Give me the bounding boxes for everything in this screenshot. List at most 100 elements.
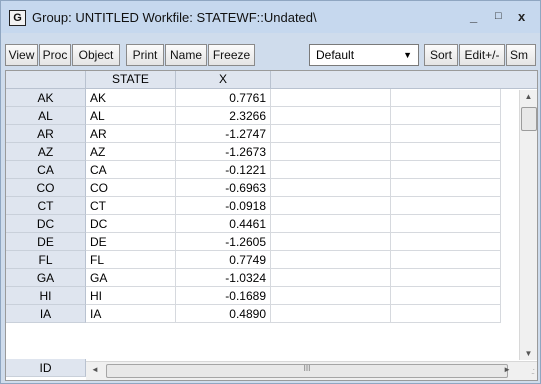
cell-empty[interactable]: [271, 89, 391, 107]
row-header[interactable]: HI: [6, 287, 86, 305]
proc-button[interactable]: Proc: [39, 44, 71, 66]
cell-x[interactable]: -1.2605: [176, 233, 271, 251]
cell-state[interactable]: AZ: [86, 143, 176, 161]
cell-empty[interactable]: [391, 197, 501, 215]
cell-empty[interactable]: [271, 125, 391, 143]
cell-x[interactable]: 2.3266: [176, 107, 271, 125]
row-header[interactable]: CO: [6, 179, 86, 197]
minimize-button[interactable]: _: [470, 9, 477, 24]
cell-state[interactable]: GA: [86, 269, 176, 287]
cell-empty[interactable]: [391, 179, 501, 197]
cell-empty[interactable]: [271, 215, 391, 233]
cell-empty[interactable]: [271, 287, 391, 305]
cell-empty[interactable]: [391, 251, 501, 269]
cell-x[interactable]: -0.1221: [176, 161, 271, 179]
row-header[interactable]: AL: [6, 107, 86, 125]
cell-empty[interactable]: [271, 161, 391, 179]
vertical-scroll-thumb[interactable]: [521, 107, 537, 131]
cell-empty[interactable]: [391, 89, 501, 107]
cell-empty[interactable]: [391, 269, 501, 287]
cell-empty[interactable]: [391, 161, 501, 179]
print-button[interactable]: Print: [126, 44, 164, 66]
display-select[interactable]: Default ▼: [309, 44, 419, 66]
row-header[interactable]: FL: [6, 251, 86, 269]
cell-x[interactable]: -0.0918: [176, 197, 271, 215]
cell-x[interactable]: -1.0324: [176, 269, 271, 287]
cell-state[interactable]: CO: [86, 179, 176, 197]
cell-state[interactable]: IA: [86, 305, 176, 323]
cell-empty[interactable]: [271, 251, 391, 269]
title-bar[interactable]: G Group: UNTITLED Workfile: STATEWF::Und…: [1, 1, 540, 33]
cell-x[interactable]: 0.7761: [176, 89, 271, 107]
cell-empty[interactable]: [271, 305, 391, 323]
resize-grip-icon[interactable]: .:: [531, 366, 535, 376]
corner-cell: [6, 71, 86, 88]
row-header[interactable]: CA: [6, 161, 86, 179]
window-title: Group: UNTITLED Workfile: STATEWF::Undat…: [32, 10, 317, 25]
row-header[interactable]: AK: [6, 89, 86, 107]
cell-x[interactable]: -0.1689: [176, 287, 271, 305]
row-header-last[interactable]: ID: [6, 359, 86, 377]
display-select-value: Default: [316, 48, 355, 62]
cell-state[interactable]: AR: [86, 125, 176, 143]
scroll-grip-icon: III: [303, 364, 311, 373]
row-header[interactable]: IA: [6, 305, 86, 323]
column-header-state[interactable]: STATE: [86, 71, 176, 88]
column-header-row: STATE X: [6, 71, 537, 89]
cell-x[interactable]: 0.4461: [176, 215, 271, 233]
cell-empty[interactable]: [271, 197, 391, 215]
scroll-left-icon[interactable]: ◄: [91, 365, 99, 374]
cell-x[interactable]: -0.6963: [176, 179, 271, 197]
row-header[interactable]: DC: [6, 215, 86, 233]
cell-empty[interactable]: [271, 269, 391, 287]
cell-empty[interactable]: [271, 233, 391, 251]
row-header[interactable]: AZ: [6, 143, 86, 161]
scroll-right-icon[interactable]: ►: [503, 365, 511, 374]
chevron-down-icon: ▼: [403, 50, 412, 60]
name-button[interactable]: Name: [165, 44, 207, 66]
cell-state[interactable]: DC: [86, 215, 176, 233]
cell-empty[interactable]: [391, 233, 501, 251]
cell-x[interactable]: 0.4890: [176, 305, 271, 323]
cell-x[interactable]: -1.2747: [176, 125, 271, 143]
view-button[interactable]: View: [5, 44, 38, 66]
scroll-up-icon[interactable]: ▲: [520, 92, 537, 101]
cell-state[interactable]: FL: [86, 251, 176, 269]
row-header[interactable]: CT: [6, 197, 86, 215]
cell-state[interactable]: AK: [86, 89, 176, 107]
group-window: G Group: UNTITLED Workfile: STATEWF::Und…: [0, 0, 541, 384]
scroll-down-icon[interactable]: ▼: [520, 349, 537, 358]
row-header[interactable]: AR: [6, 125, 86, 143]
freeze-button[interactable]: Freeze: [208, 44, 255, 66]
cell-state[interactable]: DE: [86, 233, 176, 251]
column-header-x[interactable]: X: [176, 71, 271, 88]
cell-empty[interactable]: [271, 179, 391, 197]
spreadsheet-grid[interactable]: STATE X AK AK 0.7761 AL AL 2.3266 AR AR -1.2747 A…: [5, 70, 538, 381]
group-icon: G: [9, 10, 26, 26]
cell-empty[interactable]: [391, 125, 501, 143]
object-button[interactable]: Object: [72, 44, 120, 66]
cell-empty[interactable]: [391, 107, 501, 125]
cell-state[interactable]: CT: [86, 197, 176, 215]
close-button[interactable]: x: [518, 9, 525, 24]
cell-empty[interactable]: [271, 143, 391, 161]
cell-x[interactable]: 0.7749: [176, 251, 271, 269]
cell-state[interactable]: AL: [86, 107, 176, 125]
horizontal-scroll-thumb[interactable]: III: [106, 364, 508, 378]
edit-plus-minus-button[interactable]: Edit+/-: [459, 44, 505, 66]
maximize-button[interactable]: □: [495, 10, 502, 22]
cell-state[interactable]: HI: [86, 287, 176, 305]
row-header[interactable]: DE: [6, 233, 86, 251]
vertical-scrollbar[interactable]: ▲ ▼: [519, 90, 537, 360]
cell-state[interactable]: CA: [86, 161, 176, 179]
row-header[interactable]: GA: [6, 269, 86, 287]
cell-empty[interactable]: [391, 287, 501, 305]
smpl-button[interactable]: Sm: [506, 44, 536, 66]
sort-button[interactable]: Sort: [424, 44, 458, 66]
horizontal-scrollbar[interactable]: ◄ III ► .:: [86, 361, 537, 380]
cell-empty[interactable]: [391, 305, 501, 323]
cell-empty[interactable]: [391, 215, 501, 233]
cell-x[interactable]: -1.2673: [176, 143, 271, 161]
cell-empty[interactable]: [391, 143, 501, 161]
cell-empty[interactable]: [271, 107, 391, 125]
